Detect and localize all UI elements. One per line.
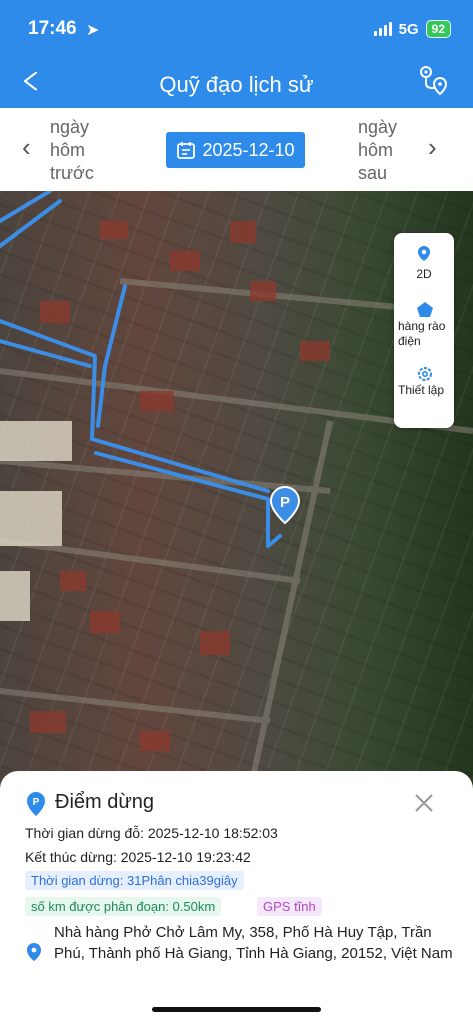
location-arrow-icon: ➤ xyxy=(86,22,100,39)
battery-icon: 92 xyxy=(425,20,451,38)
status-time: 17:46 xyxy=(28,18,77,39)
segment-distance-badge: số km được phân đoạn: 0.50km xyxy=(25,897,222,916)
date-bar: ‹ ngày hôm trước 2025-12-10 ngày hôm sau… xyxy=(0,108,473,191)
electric-fence-button[interactable]: hàng rào điện xyxy=(394,301,454,349)
previous-day-button[interactable]: ‹ ngày hôm trước xyxy=(22,116,94,185)
next-day-button[interactable]: ngày hôm sau › xyxy=(358,116,437,185)
page-title: Quỹ đạo lịch sử xyxy=(159,72,314,97)
selected-date: 2025-12-10 xyxy=(202,139,295,160)
fence-icon xyxy=(417,302,433,317)
view-2d-button[interactable]: 2D xyxy=(394,245,454,282)
map-tools-panel: 2D hàng rào điện Thiết lập xyxy=(394,233,454,428)
route-icon[interactable] xyxy=(417,64,449,96)
previous-day-label: ngày hôm trước xyxy=(50,117,94,183)
network-type: 5G xyxy=(398,20,419,38)
gps-badge: GPS tĩnh xyxy=(257,897,322,916)
signal-icon xyxy=(373,22,392,36)
settings-button[interactable]: Thiết lập xyxy=(394,365,454,398)
stop-detail-sheet: P Điểm dừng Thời gian dừng đỗ: 2025-12-1… xyxy=(0,771,473,1024)
stop-title: Điểm dừng xyxy=(55,791,154,813)
chevron-left-icon: ‹ xyxy=(22,132,31,162)
gear-icon xyxy=(418,367,432,381)
location-pin-icon xyxy=(27,943,41,961)
date-picker-button[interactable]: 2025-12-10 xyxy=(166,132,305,168)
stop-start-time: Thời gian dừng đỗ: 2025-12-10 18:52:03 xyxy=(25,825,278,841)
settings-label: Thiết lập xyxy=(398,383,445,397)
next-day-label: ngày hôm sau xyxy=(358,117,398,183)
stop-marker[interactable]: P xyxy=(269,485,301,525)
app-header: 17:46 ➤ 5G 92 Quỹ đạo lịch sử xyxy=(0,0,473,108)
map-pin-icon xyxy=(418,246,430,261)
marker-label: P xyxy=(280,494,290,511)
view-2d-label: 2D xyxy=(416,267,432,281)
stop-end-time: Kết thúc dừng: 2025-12-10 19:23:42 xyxy=(25,849,251,865)
close-icon[interactable] xyxy=(414,793,434,813)
chevron-right-icon: › xyxy=(428,132,437,162)
stop-address: Nhà hàng Phở Chở Lâm My, 358, Phố Hà Huy… xyxy=(54,924,453,962)
home-indicator xyxy=(152,1007,321,1012)
calendar-icon xyxy=(177,142,196,159)
stop-duration-badge: Thời gian dừng: 31Phân chia39giây xyxy=(25,871,244,890)
svg-text:P: P xyxy=(33,797,40,808)
electric-fence-label: hàng rào điện xyxy=(398,319,446,348)
parking-pin-icon: P xyxy=(27,792,45,816)
status-bar: 17:46 ➤ 5G 92 xyxy=(28,18,451,44)
